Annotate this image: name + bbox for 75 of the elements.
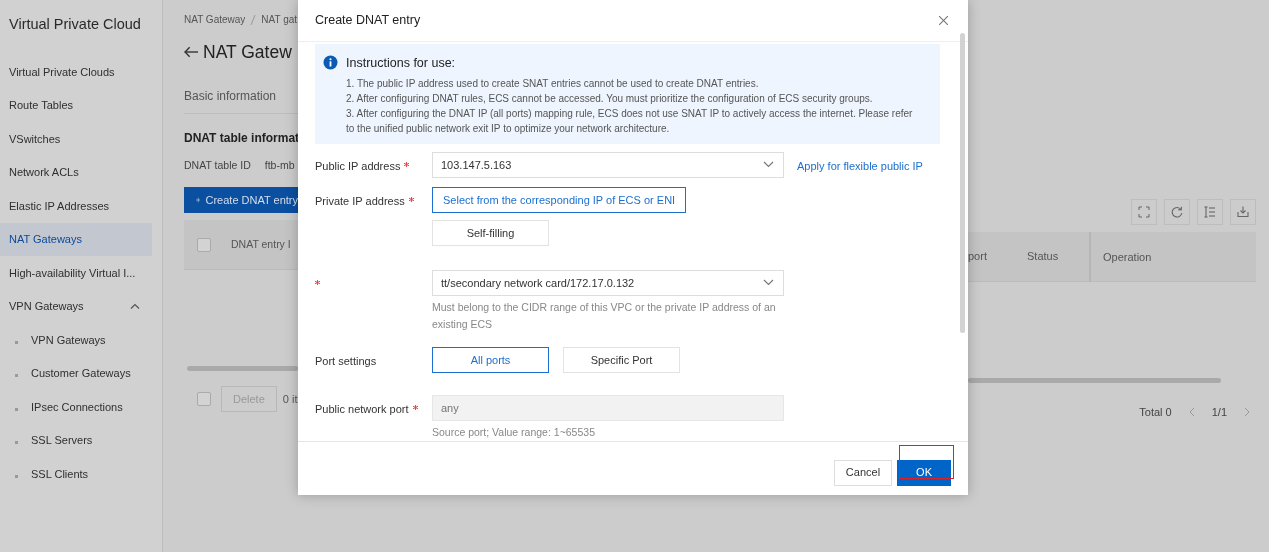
chevron-right-icon xyxy=(1244,407,1250,418)
scrollbar[interactable] xyxy=(187,366,298,371)
refresh-icon xyxy=(1171,206,1183,218)
page-title: NAT Gatew xyxy=(203,40,292,64)
breadcrumb-link[interactable]: NAT gat xyxy=(261,12,298,27)
sidebar-item[interactable]: High-availability Virtual I... xyxy=(0,256,152,290)
back-arrow-icon xyxy=(184,46,198,58)
bullet-icon xyxy=(15,374,18,377)
field-label: DNAT table ID xyxy=(184,158,251,172)
toolbar-button[interactable] xyxy=(1230,199,1256,225)
field-label: Private IP address xyxy=(315,193,405,209)
sidebar-item[interactable]: VPN Gateways xyxy=(0,289,152,323)
notice-text: 1. The public IP address used to create SNAT entries cannot be used to create DNAT entries. xyxy=(346,76,760,91)
bullet-icon xyxy=(15,340,18,344)
help-text: Must belong to the CIDR range of this VPC or the private IP address of an existing ECS xyxy=(432,299,777,332)
sidebar-title: Virtual Private Cloud xyxy=(8,15,142,34)
sidebar-item[interactable]: NAT Gateways xyxy=(0,222,152,256)
slash-icon xyxy=(250,14,257,25)
create-button[interactable]: Create DNAT entry xyxy=(184,187,298,213)
bullet-icon xyxy=(15,407,18,411)
download-icon xyxy=(1237,206,1249,218)
close-icon xyxy=(939,16,948,25)
field-label: Port settings xyxy=(315,353,377,369)
select-field[interactable]: 103.147.5.163 xyxy=(432,151,784,178)
sidebar-item[interactable]: Elastic IP Addresses xyxy=(0,189,152,223)
sidebar-item[interactable]: Virtual Private Clouds xyxy=(0,55,152,89)
sidebar-item[interactable]: Route Tables xyxy=(0,88,152,122)
page-indicator: 1/1 xyxy=(1211,405,1227,420)
sidebar-item[interactable]: IPsec Connections xyxy=(0,390,152,424)
checkbox[interactable] xyxy=(197,392,211,406)
dialog-title: Create DNAT entry xyxy=(315,12,421,30)
chevron-left-icon xyxy=(1188,407,1195,418)
column-header: DNAT entry I xyxy=(231,236,291,252)
checkbox[interactable] xyxy=(197,237,211,252)
field-label: Public network port xyxy=(315,401,409,417)
field-label: Public IP address xyxy=(315,158,401,174)
sidebar-item[interactable]: VPN Gateways xyxy=(0,323,152,357)
bullet-icon xyxy=(15,474,18,478)
chevron-down-icon xyxy=(763,161,774,169)
cancel-button[interactable]: Cancel xyxy=(833,459,893,486)
close-button[interactable] xyxy=(939,16,948,25)
scrollbar[interactable] xyxy=(968,378,1221,383)
toolbar-button[interactable] xyxy=(1197,199,1223,225)
column-header: Status xyxy=(1027,249,1060,265)
option-button[interactable]: Specific Port xyxy=(563,346,680,373)
toolbar-button[interactable] xyxy=(1164,199,1190,225)
expand-icon xyxy=(1138,206,1150,218)
field-value: ftb-mb xyxy=(264,158,295,172)
sidebar-item[interactable]: Network ACLs xyxy=(0,155,152,189)
notice-text: 2. After configuring DNAT rules, ECS cannot be accessed. You must prioritize the configuration of ECS security groups. xyxy=(346,91,874,106)
info-icon xyxy=(323,55,338,70)
chevron-down-icon xyxy=(763,279,774,287)
ok-button[interactable]: OK xyxy=(897,459,951,486)
help-text: Source port; Value range: 1~65535 xyxy=(432,424,596,440)
apply-link[interactable]: Apply for flexible public IP xyxy=(797,151,923,178)
toolbar-button[interactable] xyxy=(1131,199,1157,225)
select-field[interactable]: tt/secondary network card/172.17.0.132 xyxy=(432,269,784,296)
breadcrumb-link[interactable]: NAT Gateway xyxy=(184,12,246,27)
total-count: Total 0 xyxy=(1139,405,1172,420)
sidebar-item[interactable]: SSL Servers xyxy=(0,423,152,457)
option-button[interactable]: All ports xyxy=(432,346,549,373)
bullet-icon xyxy=(15,441,18,444)
scrollbar[interactable] xyxy=(960,33,965,333)
notice-text: 3. After configuring the DNAT IP (all ports) mapping rule, ECS does not use SNAT IP to actively access the internet. Please refer to the unified public network exit IP to optimize your network architecture. xyxy=(346,106,914,136)
column-header: port xyxy=(968,249,988,265)
notice-title: Instructions for use: xyxy=(346,55,457,72)
list-icon xyxy=(1204,206,1216,218)
sidebar-item[interactable]: VSwitches xyxy=(0,122,152,156)
option-button[interactable]: Self-filling xyxy=(432,219,549,246)
item-count: 0 it xyxy=(282,391,298,407)
option-button[interactable]: Select from the corresponding IP of ECS or ENI xyxy=(432,186,687,213)
sidebar-item[interactable]: Customer Gateways xyxy=(0,356,152,390)
plus-icon xyxy=(196,195,201,205)
sidebar-item[interactable]: SSL Clients xyxy=(0,457,152,491)
column-header: Operation xyxy=(1089,231,1152,282)
